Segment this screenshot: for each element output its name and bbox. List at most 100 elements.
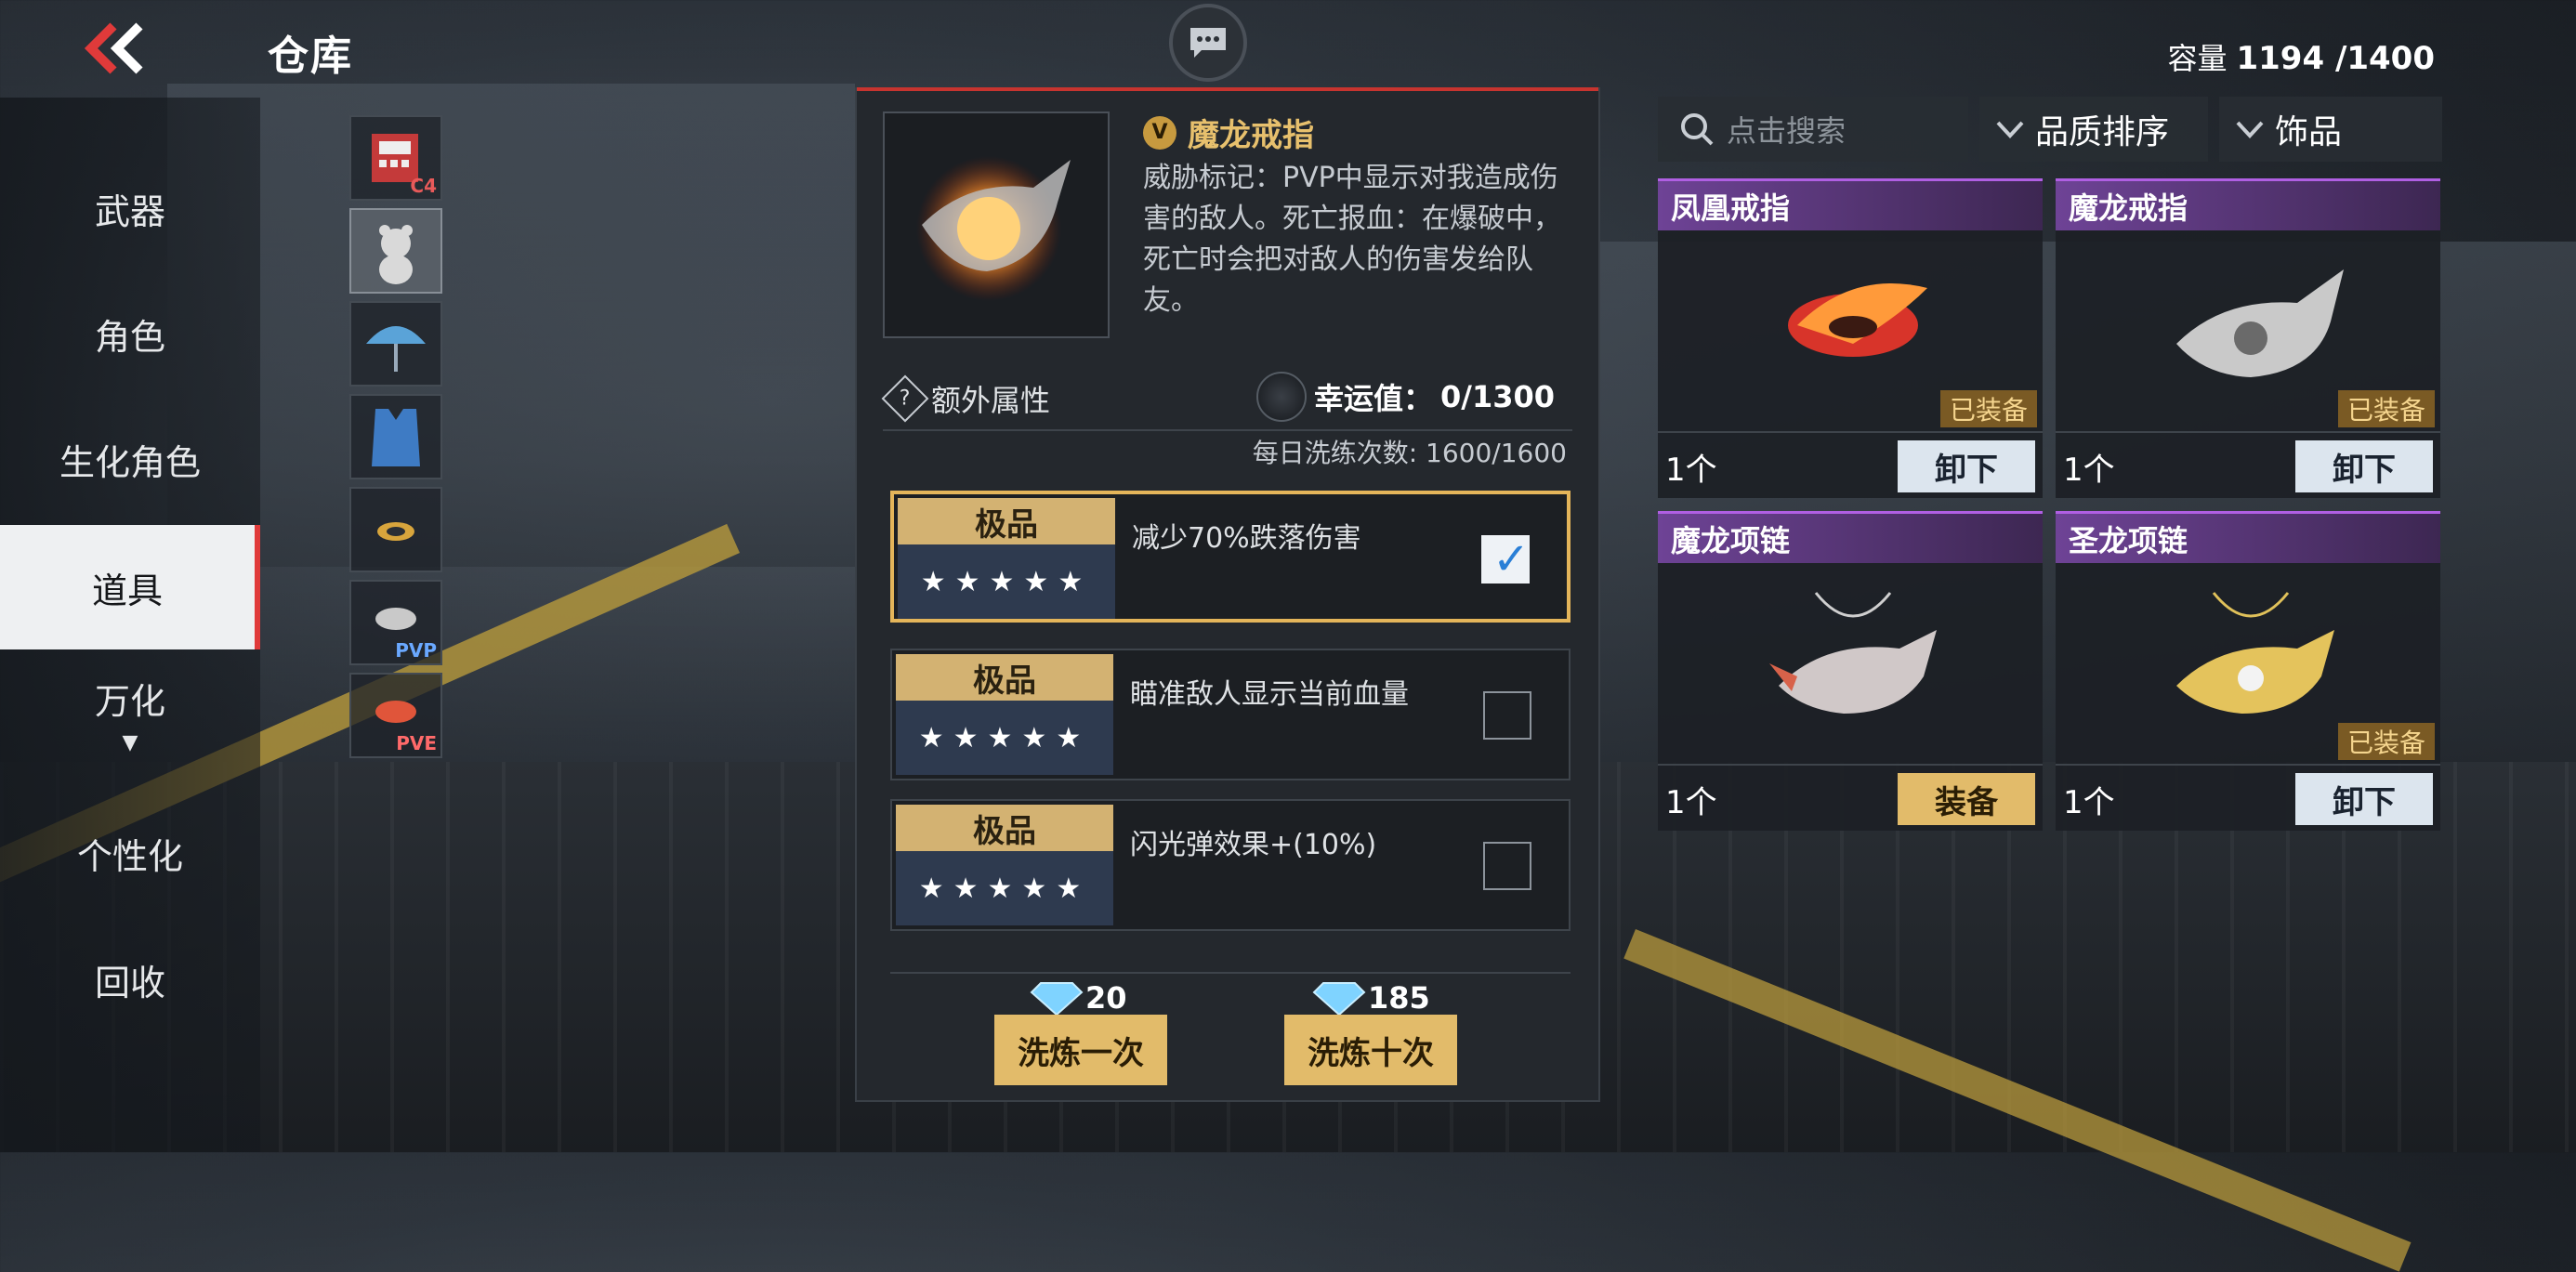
star-rating: ★★★★★ [896,851,1113,925]
ring-icon [377,522,414,541]
grade-label: 极品 [896,654,1113,701]
refine-ten-cost-value: 185 [1368,980,1430,1016]
star-rating: ★★★★★ [898,544,1115,619]
refine-once-cost-value: 20 [1085,980,1127,1016]
refine-once-cost: 20 [1030,979,1127,1016]
lock-checkbox[interactable]: ✓ [1481,533,1531,585]
inventory-card[interactable]: 凤凰戒指 已装备 1个 卸下 [1658,178,2043,498]
equipped-badge: 已装备 [2338,723,2435,760]
attribute-row[interactable]: 极品 ★★★★★ 闪光弹效果+(10%) [890,799,1571,931]
inventory-card[interactable]: 魔龙戒指 已装备 1个 卸下 [2056,178,2440,498]
inventory-card[interactable]: 魔龙项链 1个 装备 [1658,511,2043,831]
back-button[interactable] [82,20,156,76]
attribute-text: 闪光弹效果+(10%) [1130,829,1377,861]
category-pvp[interactable]: PVP [349,580,442,665]
dragon-necklace-icon [1769,592,1937,714]
unequip-button[interactable]: 卸下 [2295,440,2433,492]
attribute-text: 瞄准敌人显示当前血量 [1130,678,1409,711]
background-structure [167,84,855,567]
nav-item-characters[interactable]: 角色 [0,271,260,396]
category-pve[interactable]: PVE [349,673,442,758]
chevron-down-icon [2236,121,2264,138]
search-icon [1681,113,1714,146]
category-umbrella[interactable] [349,301,442,387]
nav-item-label: 个性化 [76,835,183,877]
equipped-badge: 已装备 [1940,390,2037,427]
card-title: 魔龙戒指 [2056,178,2440,230]
divider [883,429,1572,431]
equip-button[interactable]: 装备 [1898,773,2035,825]
page-title: 仓库 [268,33,353,80]
luck-value: 0/1300 [1440,379,1556,414]
diamond-icon [1030,982,1084,1016]
unequip-button[interactable]: 卸下 [1898,440,2035,492]
chat-bubble-icon [1190,28,1226,58]
category-tag: PVE [396,732,437,754]
search-box[interactable]: 点击搜索 [1658,97,1968,162]
umbrella-icon [366,326,426,372]
item-quantity: 1个 [1665,784,1717,821]
diamond-icon [1312,982,1366,1016]
grade-badge: 极品 ★★★★★ [896,805,1113,925]
extra-attributes-label: 额外属性 [931,383,1051,418]
caret-down-icon: ▼ [122,731,138,754]
refine-once-button[interactable]: 洗炼一次 [994,1015,1167,1085]
category-bear[interactable] [349,208,442,294]
vip-badge-icon: V [1143,115,1176,150]
attribute-text: 减少70%跌落伤害 [1132,522,1361,555]
category-ring[interactable] [349,487,442,572]
chevron-down-icon [1996,121,2024,138]
lock-checkbox[interactable] [1483,842,1531,890]
nav-item-zombie-characters[interactable]: 生化角色 [0,397,260,521]
category-c4[interactable]: C4 [349,115,442,201]
lock-checkbox[interactable] [1483,691,1531,740]
capacity-value: 1194 /1400 [2236,40,2435,77]
attribute-row[interactable]: 极品 ★★★★★ 减少70%跌落伤害 ✓ [890,491,1571,623]
nav-item-label: 回收 [94,962,165,1003]
grade-label: 极品 [896,805,1113,851]
daily-value: 1600/1600 [1426,438,1567,468]
filter-dropdown[interactable]: 饰品 [2219,97,2442,162]
capacity-label: 容量 [2167,41,2228,76]
equipped-badge: 已装备 [2338,390,2435,427]
nav-item-recycle[interactable]: 回收 [0,917,260,1042]
nav-item-personalize[interactable]: 个性化 [0,791,260,915]
luck-display: 幸运值： 0/1300 [1256,372,1555,422]
item-detail-panel: V 魔龙戒指 威胁标记：PVP中显示对我造成伤害的敌人。死亡报血：在爆破中，死亡… [855,87,1600,1102]
nav-item-props[interactable]: 道具 [0,525,260,649]
nav-item-label: 生化角色 [59,441,201,483]
divider [2056,431,2440,433]
attribute-row[interactable]: 极品 ★★★★★ 瞄准敌人显示当前血量 [890,649,1571,780]
nav-item-weapons[interactable]: 武器 [0,146,260,270]
chat-button[interactable] [1169,4,1247,82]
divider [1658,431,2043,433]
luck-label: 幸运值： [1314,381,1434,416]
item-description: 威胁标记：PVP中显示对我造成伤害的敌人。死亡报血：在爆破中，死亡时会把对敌人的… [1143,162,1561,317]
nav-item-label: 角色 [94,316,165,358]
sort-dropdown[interactable]: 品质排序 [1979,97,2208,162]
divider [2056,764,2440,766]
category-tag: PVP [395,639,437,662]
checkmark-icon: ✓ [1492,533,1531,585]
daily-label: 每日洗练次数: [1252,438,1426,468]
vest-icon [372,409,420,466]
refine-ten-button[interactable]: 洗炼十次 [1284,1015,1457,1085]
extra-attributes-header[interactable]: ? 额外属性 [881,374,1051,423]
nav-item-wanhua[interactable]: 万化 ▼ [0,651,260,776]
category-vest[interactable] [349,394,442,479]
panel-accent-line [857,87,1598,91]
grade-badge: 极品 ★★★★★ [898,498,1115,619]
bear-icon [379,225,413,284]
item-image [883,111,1110,338]
star-rating: ★★★★★ [896,701,1113,775]
left-nav: 武器 角色 生化角色 道具 万化 ▼ 个性化 回收 [0,98,260,1152]
dragon-ring-icon [916,156,1071,301]
nav-item-label: 武器 [94,190,165,232]
divider [1658,764,2043,766]
inventory-card[interactable]: 圣龙项链 已装备 1个 卸下 [2056,511,2440,831]
unequip-button[interactable]: 卸下 [2295,773,2433,825]
holy-dragon-necklace-icon [2176,592,2334,714]
nav-item-label: 道具 [91,570,163,611]
phoenix-ring-icon [1788,283,1927,357]
back-chevron-icon [84,22,143,74]
